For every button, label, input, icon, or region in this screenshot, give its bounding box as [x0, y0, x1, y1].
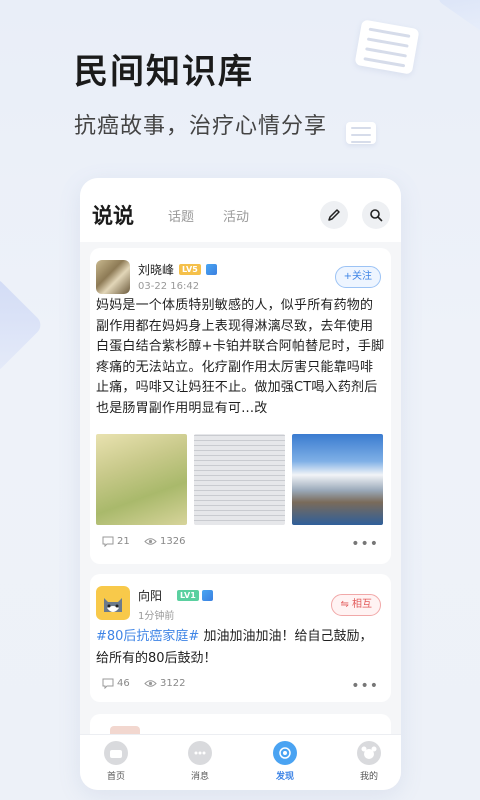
cat-avatar-icon — [104, 598, 122, 612]
post-username[interactable]: 刘晓峰 — [138, 261, 174, 278]
post-time: 03-22 16:42 — [138, 281, 200, 292]
level-badge: LV5 — [179, 264, 201, 275]
post-text[interactable]: #80后抗癌家庭# 加油加油加油！给自己鼓励，给所有的80后鼓劲！ — [96, 626, 385, 670]
pencil-icon — [328, 209, 340, 221]
post-username[interactable]: 向阳 — [138, 587, 162, 604]
top-bar: 说说 话题 活动 — [80, 178, 401, 242]
post-card[interactable]: 向阳 LV1 1分钟前 ⇋ 相互 #80后抗癌家庭# 加油加油加油！给自己鼓励，… — [90, 574, 391, 702]
nav-label: 我的 — [359, 772, 378, 782]
phone-screen: 说说 话题 活动 刘晓峰 LV5 03-22 16:42 +关注 妈妈是一个体质… — [80, 178, 401, 790]
comment-count-value: 46 — [117, 678, 130, 689]
post-card[interactable]: 刘晓峰 LV5 03-22 16:42 +关注 妈妈是一个体质特别敏感的人，似乎… — [90, 248, 391, 564]
tab-activities[interactable]: 活动 — [223, 206, 249, 225]
mutual-follow-button[interactable]: ⇋ 相互 — [331, 594, 381, 616]
discover-icon — [273, 741, 297, 765]
home-icon — [104, 741, 128, 765]
verified-badge-icon — [206, 264, 217, 275]
hero-subtitle: 抗癌故事，治疗心情分享 — [74, 114, 328, 139]
bottom-navigation: 首页 消息 发现 我的 — [80, 734, 401, 790]
avatar[interactable] — [96, 260, 130, 294]
hero-title: 民间知识库 — [74, 52, 254, 92]
decorative-note-small-icon — [346, 122, 376, 144]
tab-topics[interactable]: 话题 — [168, 206, 194, 225]
comment-count[interactable]: 21 — [102, 536, 130, 547]
comment-icon — [102, 536, 114, 547]
post-photo-landscape[interactable] — [292, 434, 383, 525]
nav-profile[interactable]: 我的 — [339, 741, 399, 782]
eye-icon — [144, 538, 157, 545]
nav-home[interactable]: 首页 — [86, 741, 146, 782]
tab-shuoshuo[interactable]: 说说 — [92, 200, 134, 230]
level-badge: LV1 — [177, 590, 199, 601]
more-options-icon[interactable]: ••• — [351, 678, 379, 694]
background-diamond-shape — [0, 275, 45, 375]
post-hashtag[interactable]: #80后抗癌家庭# — [96, 629, 199, 644]
search-button[interactable] — [362, 201, 390, 229]
nav-label: 首页 — [106, 772, 125, 782]
nav-label: 发现 — [275, 772, 294, 782]
comment-count[interactable]: 46 — [102, 678, 130, 689]
post-photo-document[interactable] — [194, 434, 285, 525]
view-count-value: 3122 — [160, 678, 186, 689]
view-count-value: 1326 — [160, 536, 186, 547]
comment-count-value: 21 — [117, 536, 130, 547]
more-options-icon[interactable]: ••• — [351, 536, 379, 552]
follow-button[interactable]: +关注 — [334, 266, 381, 288]
background-corner-shape — [436, 0, 480, 35]
search-icon — [370, 209, 383, 222]
view-count: 1326 — [144, 536, 185, 547]
post-time: 1分钟前 — [138, 611, 175, 622]
post-photo-dandelion[interactable] — [96, 434, 187, 525]
avatar[interactable] — [96, 586, 130, 620]
verified-badge-icon — [202, 590, 213, 601]
post-text[interactable]: 妈妈是一个体质特别敏感的人，似乎所有药物的副作用都在妈妈身上表现得淋漓尽致，去年… — [96, 296, 385, 419]
comment-icon — [102, 678, 114, 689]
message-icon — [188, 741, 212, 765]
nav-messages[interactable]: 消息 — [170, 741, 230, 782]
decorative-note-icon — [354, 19, 420, 75]
eye-icon — [144, 680, 157, 687]
profile-icon — [357, 741, 381, 765]
nav-discover[interactable]: 发现 — [255, 741, 315, 782]
view-count: 3122 — [144, 678, 185, 689]
edit-button[interactable] — [320, 201, 348, 229]
nav-label: 消息 — [190, 772, 209, 782]
